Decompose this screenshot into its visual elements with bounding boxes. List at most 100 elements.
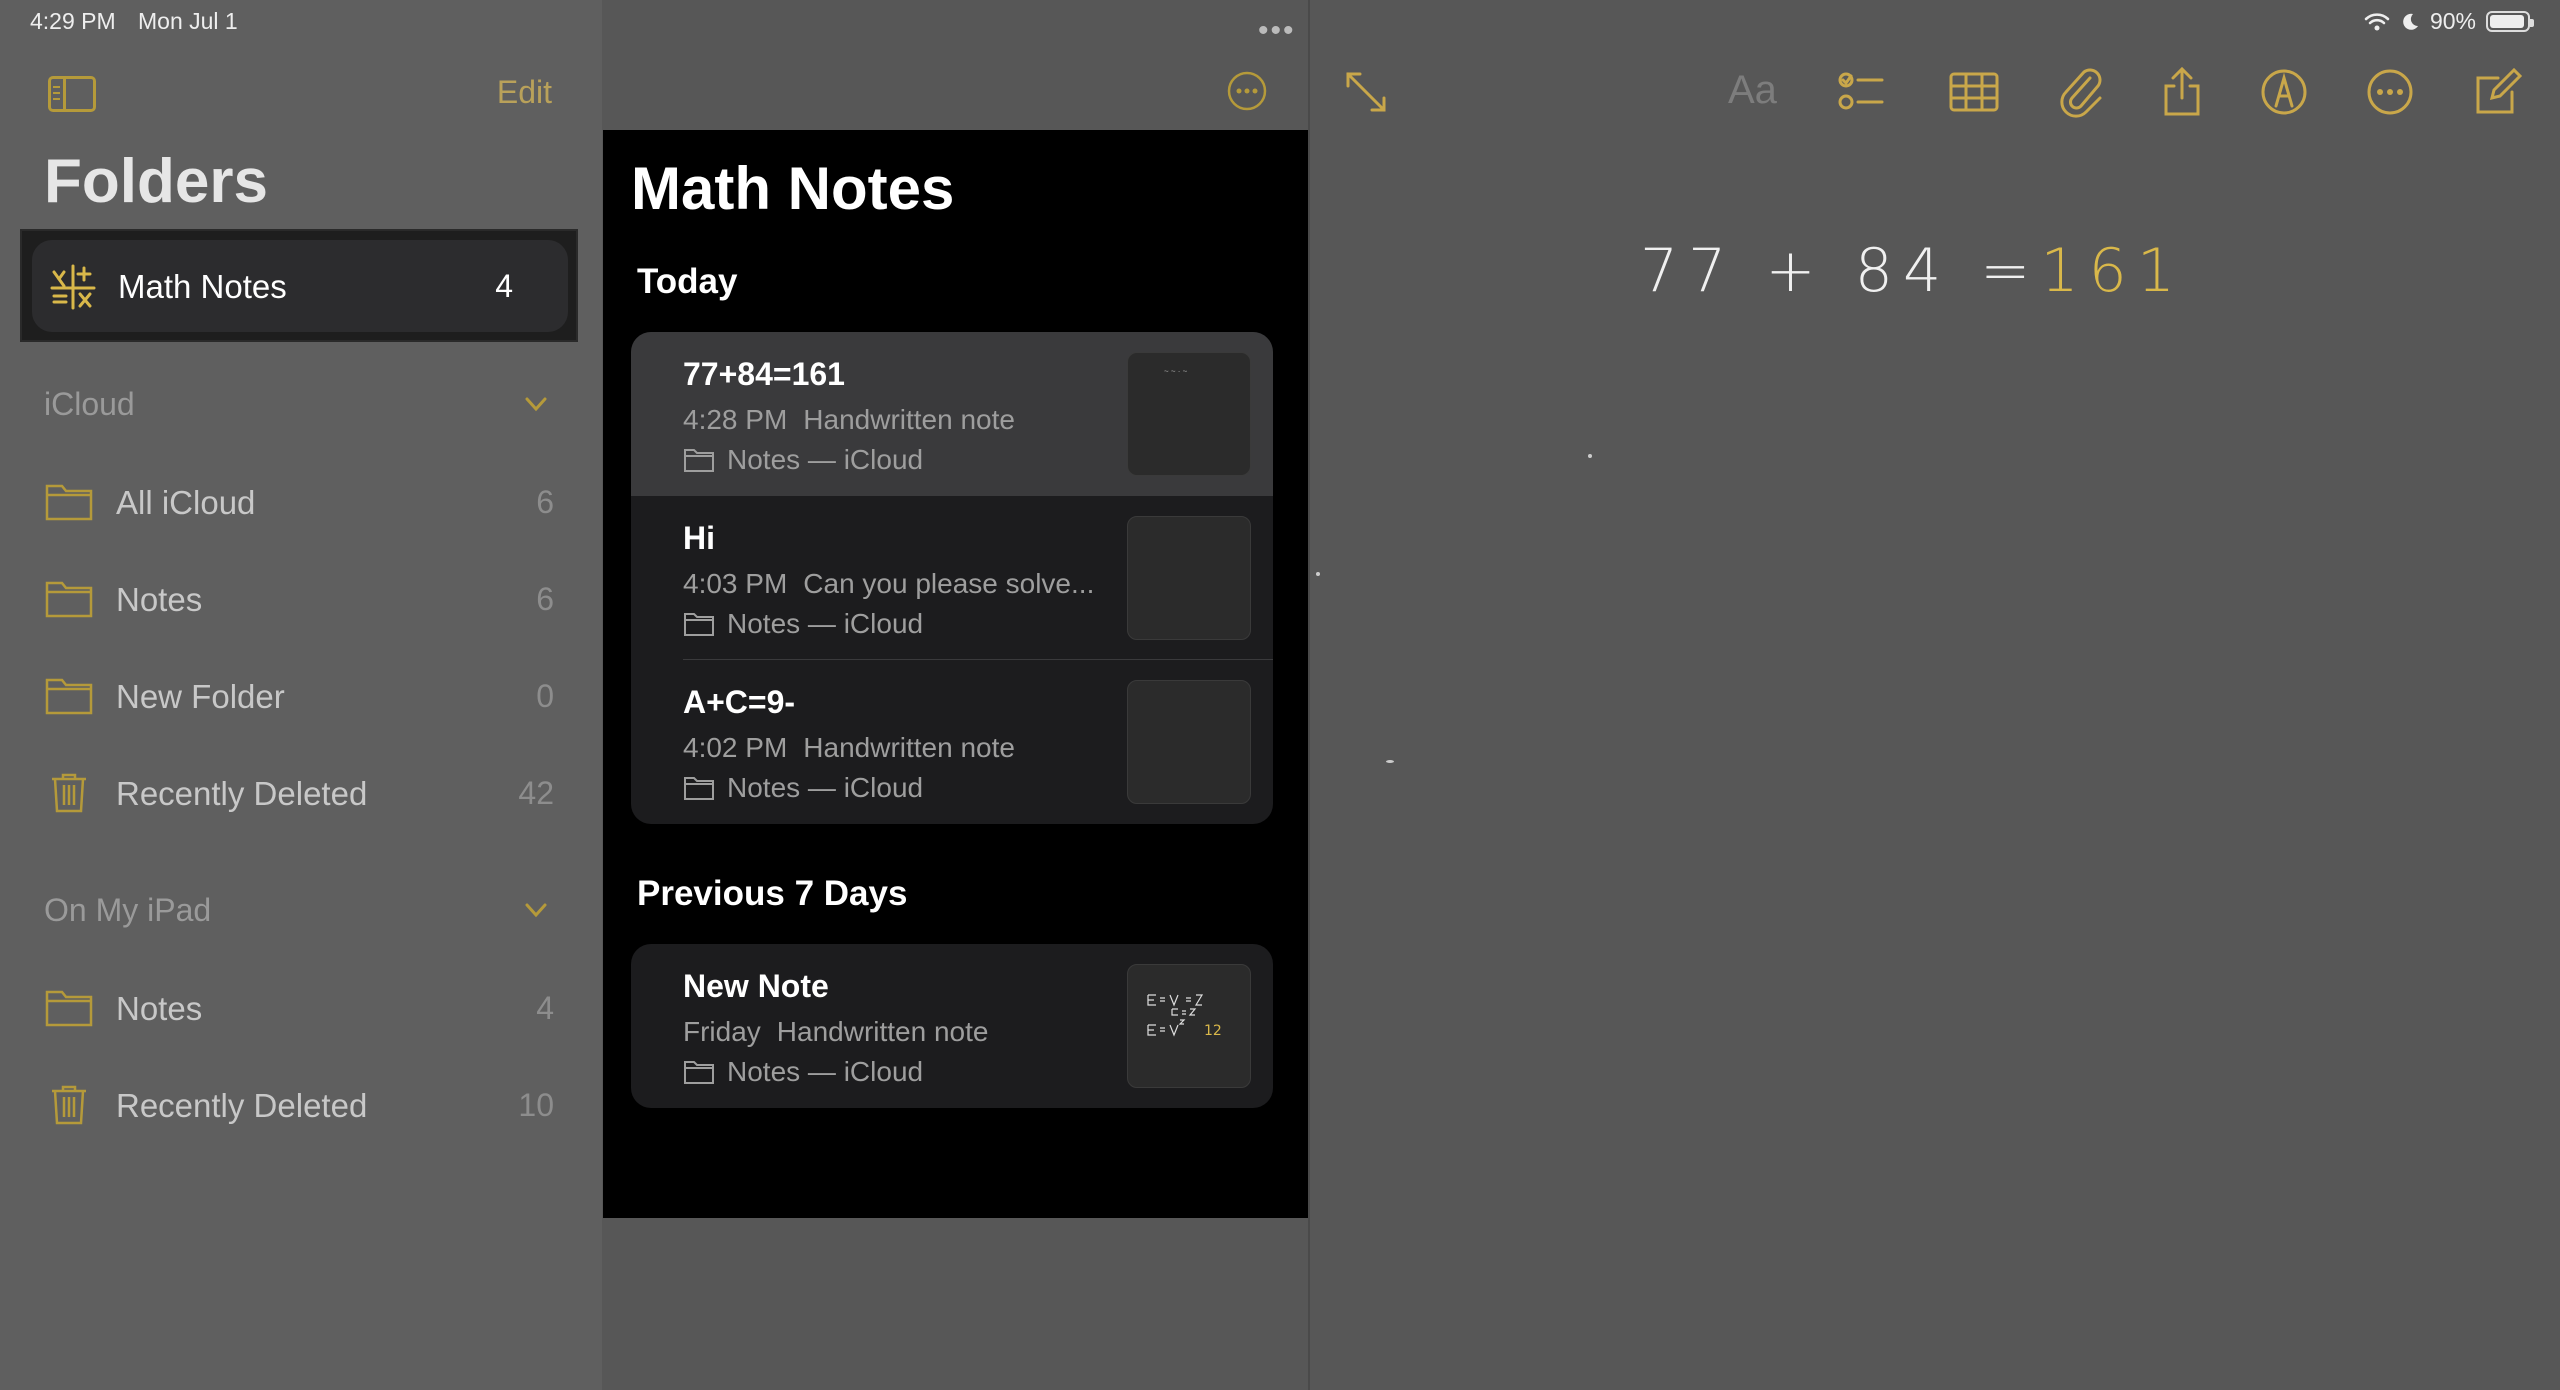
note-time: 4:03 PM	[683, 568, 788, 599]
note-meta: 4:28 PM Handwritten note	[683, 404, 1031, 436]
notes-card: New Note Friday Handwritten note Notes — …	[631, 944, 1273, 1108]
section-icloud[interactable]: iCloud	[44, 386, 135, 423]
note-meta: Friday Handwritten note	[683, 1016, 1004, 1048]
moon-icon	[2403, 13, 2418, 30]
note-folder-label: Notes — iCloud	[727, 444, 924, 475]
more-options-icon[interactable]	[2364, 66, 2416, 118]
status-date: Mon Jul 1	[138, 8, 238, 34]
sidebar-item-label: New Folder	[116, 678, 285, 715]
note-folder: Notes — iCloud	[683, 1056, 923, 1088]
sidebar-item-label: Math Notes	[118, 268, 287, 305]
note-meta: 4:02 PM Handwritten note	[683, 732, 1031, 764]
sidebar-item-ipad-notes[interactable]: Notes 4	[44, 980, 564, 1040]
sidebar-item-ipad-recently-deleted[interactable]: Recently Deleted 10	[44, 1077, 564, 1137]
sidebar-item-label: All iCloud	[116, 484, 256, 521]
table-icon[interactable]	[1948, 66, 2000, 118]
note-editor[interactable]	[1310, 0, 2560, 1390]
note-preview: Handwritten note	[803, 404, 1015, 435]
trash-icon	[52, 1085, 86, 1125]
note-row[interactable]: 77+84=161 4:28 PM Handwritten note Notes …	[631, 332, 1273, 496]
ink-dot	[1386, 760, 1394, 763]
folder-icon	[684, 777, 714, 800]
note-thumbnail	[1127, 516, 1251, 640]
folder-icon	[684, 613, 714, 636]
list-empty-area	[602, 1218, 1308, 1390]
svg-text:12: 12	[1204, 1023, 1222, 1039]
sidebar-item-label: Notes	[116, 990, 203, 1027]
paperclip-icon[interactable]	[2056, 66, 2108, 118]
format-text-button[interactable]: Aa	[1728, 68, 1777, 113]
thumbnail-scribble: ~ ~ · ~	[1164, 367, 1188, 376]
status-indicators: 90%	[2364, 8, 2534, 35]
note-preview: Can you please solve...	[803, 568, 1095, 599]
page-title: Folders	[44, 147, 268, 216]
sidebar-item-all-icloud[interactable]: All iCloud 6	[44, 474, 564, 534]
folder-icon	[45, 581, 93, 618]
sidebar-item-math-notes[interactable]: Math Notes 4	[32, 240, 568, 332]
edit-button[interactable]: Edit	[497, 74, 552, 111]
sidebar-item-count: 4	[495, 268, 513, 304]
note-thumbnail	[1127, 680, 1251, 804]
notes-list: Math Notes Today 77+84=161 4:28 PM Handwr…	[603, 130, 1308, 1218]
note-time: Friday	[683, 1016, 761, 1047]
compose-icon[interactable]	[2472, 66, 2524, 118]
note-time: 4:02 PM	[683, 732, 788, 763]
sidebar-item-count: 42	[518, 775, 554, 811]
note-meta: 4:03 PM Can you please solve...	[683, 568, 1110, 600]
note-row[interactable]: Hi 4:03 PM Can you please solve... Notes …	[631, 496, 1273, 660]
sidebar-item-label: Recently Deleted	[116, 775, 368, 812]
more-options-icon[interactable]	[1226, 70, 1268, 112]
sidebar-item-label: Notes	[116, 581, 203, 618]
note-row[interactable]: New Note Friday Handwritten note Notes — …	[631, 944, 1273, 1108]
note-thumbnail: 12	[1127, 964, 1251, 1088]
sidebar-toggle-icon[interactable]	[48, 76, 96, 112]
note-preview: Handwritten note	[776, 1016, 989, 1047]
battery-percent: 90%	[2429, 8, 2476, 34]
section-on-my-ipad[interactable]: On My iPad	[44, 892, 211, 929]
folder-icon	[684, 1061, 714, 1084]
group-header: Previous 7 Days	[637, 874, 908, 913]
equation-expression: 77 + 84 =	[1640, 236, 2041, 306]
share-icon[interactable]	[2156, 66, 2208, 118]
sidebar: Edit Folders Math Notes 4 iCloud All iCl…	[0, 0, 602, 1390]
note-title: New Note	[683, 968, 829, 1004]
trash-icon	[52, 773, 86, 813]
markup-pen-icon[interactable]	[2258, 66, 2310, 118]
sidebar-item-new-folder[interactable]: New Folder 0	[44, 668, 564, 728]
note-preview: Handwritten note	[803, 732, 1015, 763]
handwriting-thumbnail-icon: 12	[1147, 994, 1222, 1039]
note-row[interactable]: A+C=9- 4:02 PM Handwritten note Notes — i…	[631, 660, 1273, 824]
expand-icon[interactable]	[1340, 66, 1392, 118]
notes-card: 77+84=161 4:28 PM Handwritten note Notes …	[631, 332, 1273, 824]
note-time: 4:28 PM	[683, 404, 788, 435]
ink-dot	[1588, 454, 1592, 458]
note-folder-label: Notes — iCloud	[727, 772, 924, 803]
group-header: Today	[637, 262, 738, 301]
checklist-icon[interactable]	[1836, 66, 1888, 118]
sidebar-item-count: 6	[536, 581, 554, 617]
selected-folder-frame: Math Notes 4	[20, 229, 578, 342]
status-time: 4:29 PM	[30, 8, 116, 34]
sidebar-item-label: Recently Deleted	[116, 1087, 368, 1124]
sidebar-item-count: 4	[536, 990, 554, 1026]
sidebar-item-notes[interactable]: Notes 6	[44, 571, 564, 631]
handwritten-equation[interactable]: 77 + 84 =161	[1640, 236, 2185, 306]
note-folder-label: Notes — iCloud	[727, 608, 924, 639]
note-folder: Notes — iCloud	[683, 608, 923, 640]
sidebar-item-count: 6	[536, 484, 554, 520]
note-title: Hi	[683, 520, 715, 556]
chevron-down-icon[interactable]	[522, 896, 550, 924]
note-title: 77+84=161	[683, 356, 845, 392]
folder-icon	[45, 990, 93, 1027]
chevron-down-icon[interactable]	[522, 390, 550, 418]
note-folder: Notes — iCloud	[683, 444, 923, 476]
battery-icon	[2486, 11, 2534, 32]
math-notes-icon	[50, 264, 96, 310]
folder-icon	[684, 449, 714, 472]
note-thumbnail: ~ ~ · ~	[1127, 352, 1251, 476]
note-folder-label: Notes — iCloud	[727, 1056, 924, 1087]
note-folder: Notes — iCloud	[683, 772, 923, 804]
sidebar-item-count: 0	[536, 678, 554, 714]
list-title: Math Notes	[631, 155, 955, 222]
sidebar-item-recently-deleted[interactable]: Recently Deleted 42	[44, 765, 564, 825]
